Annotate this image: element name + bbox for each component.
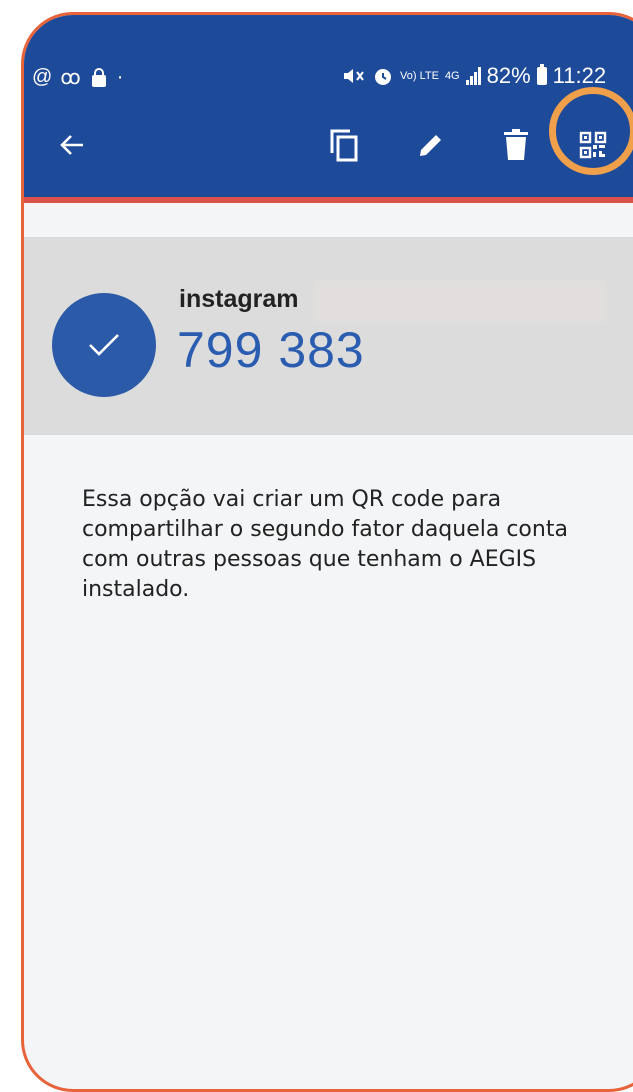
redacted-account-name [314, 279, 606, 323]
at-icon: @ [32, 66, 53, 88]
app-bar-divider [24, 197, 633, 203]
shopping-bag-icon [91, 67, 106, 87]
token-entry-card[interactable]: instagram 799 383 [24, 237, 633, 435]
battery-percent: 82% [486, 63, 531, 88]
alarm-icon [375, 69, 391, 85]
delete-button[interactable] [496, 125, 536, 165]
back-button[interactable] [52, 125, 92, 165]
trash-icon [504, 129, 528, 160]
battery-icon [536, 64, 547, 85]
signal-icon [465, 67, 481, 85]
copy-icon [330, 129, 358, 162]
arrow-left-icon [60, 135, 83, 155]
mute-icon [344, 69, 364, 83]
highlight-circle [549, 87, 633, 175]
network-label: 4G [444, 70, 460, 82]
pencil-icon [420, 135, 441, 156]
entry-code[interactable]: 799 383 [177, 321, 365, 379]
copy-button[interactable] [324, 125, 364, 165]
status-bar-right: Vo) LTE 4G 82% 11:22 [342, 63, 606, 89]
phone-frame: @ ꝏ · Vo) LTE 4G 82% 11:22 instagram 799… [21, 12, 633, 1092]
clock-time: 11:22 [552, 63, 607, 88]
selected-check-avatar [52, 293, 156, 397]
voicemail-icon: ꝏ [60, 67, 81, 89]
description-text: Essa opção vai criar um QR code para com… [82, 487, 568, 602]
dot-icon: · [116, 66, 124, 88]
entry-issuer: instagram [179, 285, 299, 313]
check-icon [89, 334, 119, 356]
status-bar-left: @ ꝏ · [32, 65, 123, 90]
edit-button[interactable] [411, 125, 451, 165]
volte-label: Vo) LTE [400, 70, 439, 82]
